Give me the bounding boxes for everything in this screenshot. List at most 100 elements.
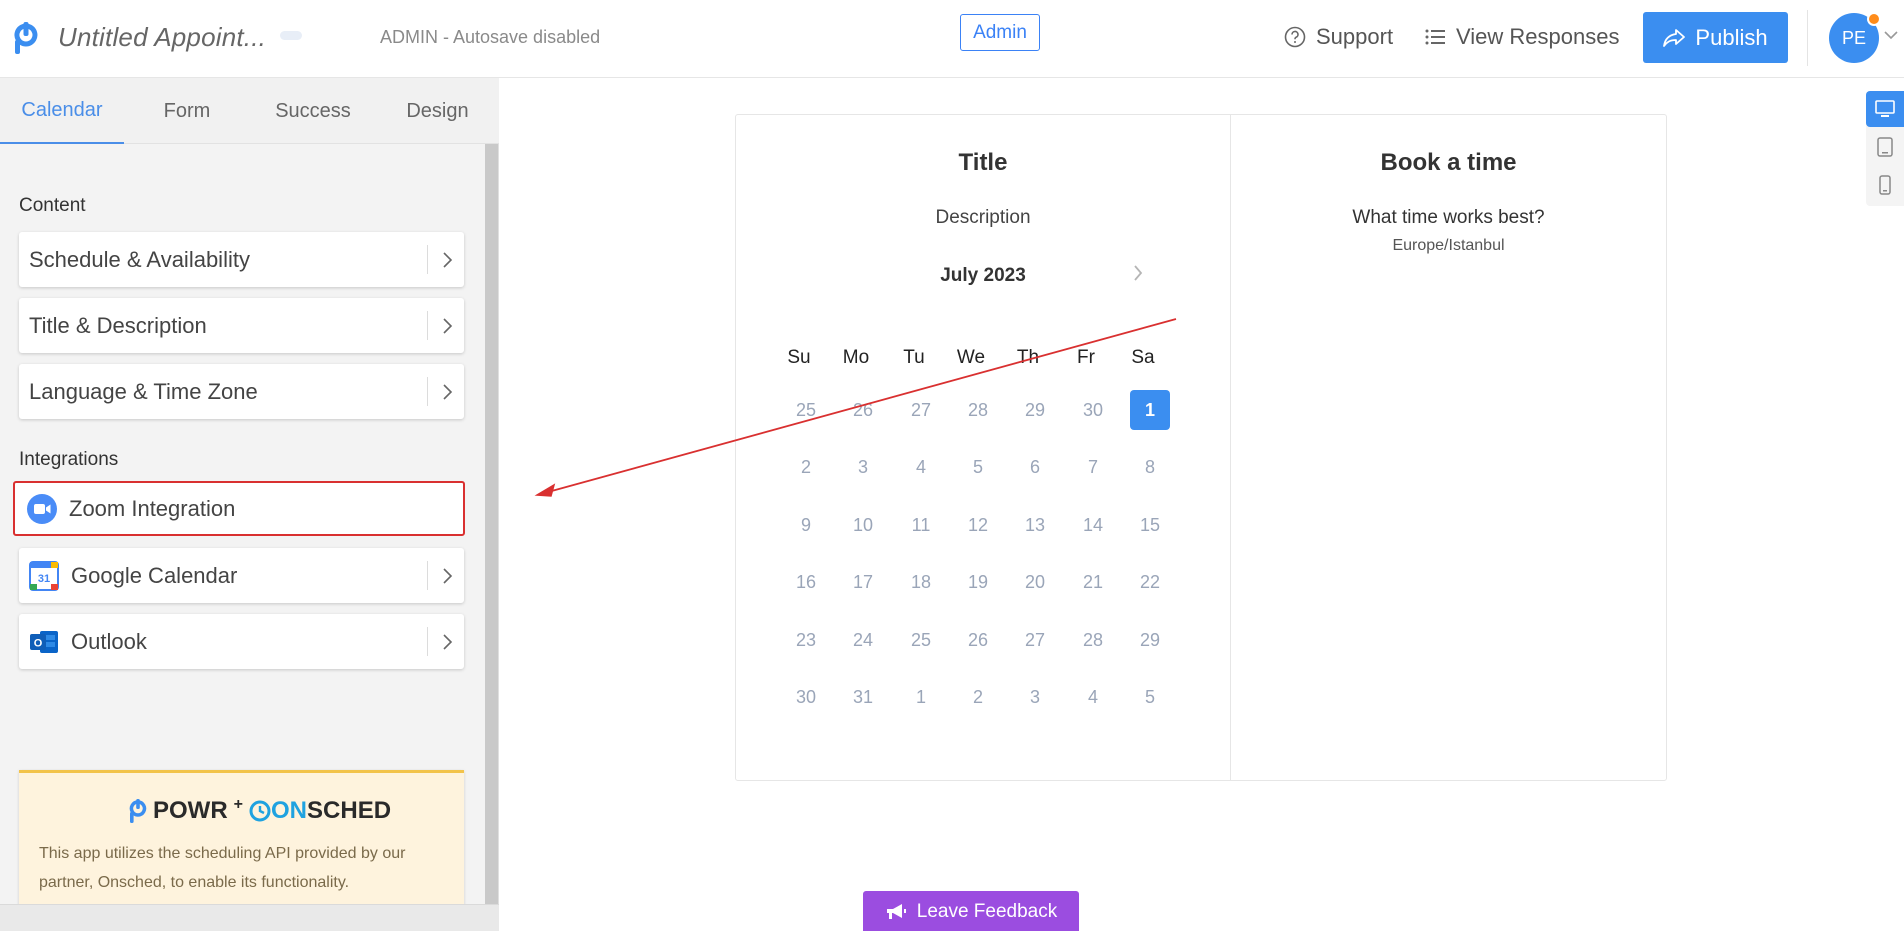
calendar-day: 26 — [852, 399, 874, 420]
schedule-availability-item[interactable]: Schedule & Availability — [19, 232, 464, 287]
booking-title: Book a time — [1380, 149, 1517, 176]
outlook-icon: O — [30, 630, 58, 653]
item-divider — [427, 627, 428, 656]
topbar-divider — [1807, 10, 1808, 66]
tab-success[interactable]: Success — [250, 78, 376, 144]
calendar-day: 22 — [1139, 571, 1161, 592]
calendar-day: 5 — [972, 456, 983, 477]
chevron-right-icon — [443, 318, 453, 334]
item-label: Zoom Integration — [69, 495, 236, 521]
sidebar-scrollbar[interactable] — [485, 144, 498, 904]
calendar-day: 23 — [795, 629, 817, 650]
publish-button[interactable]: Publish — [1643, 12, 1788, 63]
tab-calendar[interactable]: Calendar — [0, 78, 124, 144]
calendar-day: 30 — [795, 686, 817, 707]
title-edit-indicator — [280, 31, 302, 40]
onsched-brand-on: ON — [271, 797, 308, 824]
calendar-day: 13 — [1024, 514, 1046, 535]
calendar-day: 25 — [795, 399, 817, 420]
chevron-right-icon — [443, 568, 453, 584]
powr-logo-icon[interactable] — [13, 22, 39, 54]
tab-form[interactable]: Form — [124, 78, 250, 144]
item-label: Title & Description — [29, 312, 207, 338]
partner-info-card: POWR + ONSCHED This app utilizes the sch… — [19, 770, 464, 909]
calendar-day: 25 — [910, 629, 932, 650]
weekday-label: Tu — [903, 347, 925, 368]
calendar-day: 11 — [911, 514, 931, 535]
calendar-description: Description — [935, 207, 1031, 228]
editor-tabs: Calendar Form Success Design — [0, 78, 499, 144]
app-title[interactable]: Untitled Appoint... — [58, 22, 266, 53]
sidebar-footer — [0, 904, 499, 931]
editor-sidebar: Calendar Form Success Design Content Sch… — [0, 78, 499, 931]
item-divider — [427, 561, 428, 590]
publish-label: Publish — [1695, 24, 1768, 50]
weekday-label: Su — [787, 347, 811, 368]
weekday-label: Mo — [842, 347, 870, 368]
autosave-status: ADMIN - Autosave disabled — [380, 27, 601, 47]
partner-logos: POWR + ONSCHED — [129, 796, 391, 825]
admin-badge[interactable]: Admin — [960, 14, 1040, 51]
view-responses-link[interactable]: View Responses — [1424, 24, 1619, 50]
calendar-day: 4 — [915, 456, 926, 477]
title-description-item[interactable]: Title & Description — [19, 298, 464, 353]
item-label: Language & Time Zone — [29, 378, 258, 404]
calendar-day: 31 — [852, 686, 874, 707]
calendar-day: 21 — [1082, 571, 1104, 592]
zoom-integration-item[interactable]: Zoom Integration — [13, 481, 465, 536]
calendar-day: 8 — [1144, 456, 1155, 477]
item-label: Outlook — [71, 628, 147, 654]
chevron-right-icon — [443, 252, 453, 268]
language-timezone-item[interactable]: Language & Time Zone — [19, 364, 464, 419]
item-label: Google Calendar — [71, 562, 238, 588]
calendar-day-selected[interactable]: 1 — [1130, 390, 1170, 430]
zoom-icon — [27, 493, 57, 524]
weekday-label: Sa — [1131, 347, 1155, 368]
partner-description: This app utilizes the scheduling API pro… — [39, 845, 406, 891]
desktop-preview-button[interactable] — [1866, 91, 1904, 127]
calendar-day: 18 — [910, 571, 932, 592]
calendar-day: 2 — [800, 456, 811, 477]
calendar-day: 9 — [800, 514, 811, 535]
chevron-right-icon — [443, 634, 453, 650]
calendar-day: 20 — [1024, 571, 1046, 592]
calendar-day: 28 — [1082, 629, 1104, 650]
calendar-title: Title — [958, 149, 1008, 176]
item-divider — [427, 311, 428, 340]
calendar-day: 3 — [857, 456, 868, 477]
top-bar: Untitled Appoint... ADMIN - Autosave dis… — [0, 0, 1904, 78]
calendar-day: 16 — [795, 571, 817, 592]
chevron-down-icon[interactable] — [1884, 28, 1898, 42]
powr-logo-icon — [129, 799, 147, 823]
outlook-icon-text: O — [34, 637, 43, 649]
powr-brand: POWR — [153, 797, 228, 824]
chevron-right-icon — [443, 384, 453, 400]
calendar-day: 12 — [967, 514, 989, 535]
calendar-day: 1 — [915, 686, 926, 707]
view-responses-label: View Responses — [1456, 24, 1620, 49]
next-month-chevron-icon[interactable] — [1131, 263, 1145, 283]
calendar-day: 4 — [1087, 686, 1098, 707]
calendar-day: 2 — [972, 686, 983, 707]
device-preview-switcher — [1866, 91, 1904, 206]
booking-timezone[interactable]: Europe/Istanbul — [1230, 237, 1667, 255]
content-section-label: Content — [19, 195, 86, 216]
list-icon — [1425, 29, 1445, 45]
mobile-preview-button[interactable] — [1866, 167, 1904, 203]
tab-design[interactable]: Design — [376, 78, 499, 144]
calendar-day: 26 — [967, 629, 989, 650]
calendar-day: 27 — [910, 399, 932, 420]
google-calendar-item[interactable]: 31 Google Calendar — [19, 548, 464, 603]
megaphone-icon — [886, 904, 906, 919]
calendar-day: 3 — [1029, 686, 1040, 707]
booking-question: What time works best? — [1352, 207, 1545, 228]
calendar-day: 6 — [1029, 456, 1040, 477]
integrations-section-label: Integrations — [19, 449, 119, 470]
tablet-preview-button[interactable] — [1866, 129, 1904, 165]
leave-feedback-button[interactable]: Leave Feedback — [863, 891, 1079, 931]
outlook-item[interactable]: O Outlook — [19, 614, 464, 669]
desktop-icon — [1875, 100, 1895, 117]
google-calendar-icon-text: 31 — [38, 573, 50, 585]
calendar-day: 17 — [852, 571, 874, 592]
support-link[interactable]: Support — [1284, 24, 1393, 50]
